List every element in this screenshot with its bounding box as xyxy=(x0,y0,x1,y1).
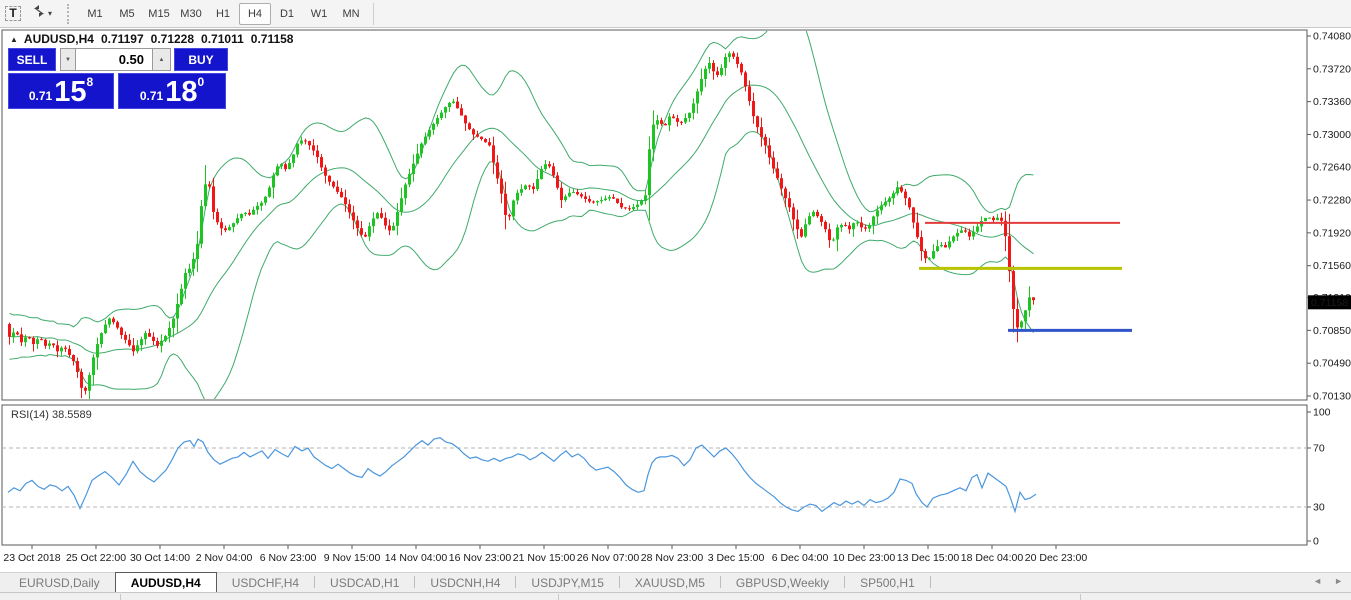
chevron-down-icon: ▾ xyxy=(48,9,52,18)
tab-sp500-h1[interactable]: SP500,H1 xyxy=(845,573,930,592)
timeframe-button-mn[interactable]: MN xyxy=(335,3,367,25)
timeframe-button-h4[interactable]: H4 xyxy=(239,3,271,25)
price-tick-label: 0.73720 xyxy=(1313,63,1351,75)
volume-increase-button[interactable]: ▲ xyxy=(152,48,171,71)
timeframe-button-w1[interactable]: W1 xyxy=(303,3,335,25)
ohlc-low: 0.71011 xyxy=(201,32,244,46)
cursor-arrows-icon xyxy=(32,4,46,23)
toolbar-separator xyxy=(373,3,374,25)
date-tick-label: 3 Dec 15:00 xyxy=(708,552,765,564)
tab-gbpusd-weekly[interactable]: GBPUSD,Weekly xyxy=(721,573,844,592)
date-tick-label: 6 Nov 23:00 xyxy=(260,552,317,564)
rsi-tick-label: 30 xyxy=(1313,502,1325,514)
sell-price-sup: 8 xyxy=(86,75,93,89)
timeframe-button-m15[interactable]: M15 xyxy=(143,3,175,25)
rsi-tick-label: 0 xyxy=(1313,536,1319,548)
buy-price-big: 18 xyxy=(165,79,197,105)
chart-header: ▲ AUDUSD,H4 0.71197 0.71228 0.71011 0.71… xyxy=(10,32,293,46)
date-tick-label: 25 Oct 22:00 xyxy=(66,552,126,564)
status-bar-divider xyxy=(120,594,121,600)
price-tick-label: 0.72280 xyxy=(1313,195,1351,207)
volume-input[interactable]: 0.50 xyxy=(76,48,152,71)
rsi-tick-label: 100 xyxy=(1313,407,1331,419)
date-tick-label: 30 Oct 14:00 xyxy=(130,552,190,564)
tab-scroll-right-icon[interactable]: ► xyxy=(1334,576,1343,586)
date-tick-label: 18 Dec 04:00 xyxy=(961,552,1024,564)
text-tool-icon: T xyxy=(5,6,20,21)
trading-terminal: T ▾ M1M5M15M30H1H4D1W1MN 0.740800.737200… xyxy=(0,0,1351,600)
sell-price-base: 0.71 xyxy=(29,89,52,103)
sell-button[interactable]: SELL xyxy=(8,48,56,71)
date-tick-label: 2 Nov 04:00 xyxy=(196,552,253,564)
sell-price-box[interactable]: 0.71 15 8 xyxy=(8,73,114,109)
timeframe-button-d1[interactable]: D1 xyxy=(271,3,303,25)
chart-tab-bar: EURUSD,DailyAUDUSD,H4USDCHF,H4USDCAD,H1U… xyxy=(0,572,1351,592)
tabs: EURUSD,DailyAUDUSD,H4USDCHF,H4USDCAD,H1U… xyxy=(4,572,931,592)
timeframe-buttons: M1M5M15M30H1H4D1W1MN xyxy=(79,3,367,25)
price-tick-label: 0.70130 xyxy=(1313,391,1351,403)
rsi-indicator-label: RSI(14) 38.5589 xyxy=(11,409,92,421)
timeframe-button-m1[interactable]: M1 xyxy=(79,3,111,25)
tab-xauusd-m5[interactable]: XAUUSD,M5 xyxy=(620,573,720,592)
price-tick-label: 0.70850 xyxy=(1313,325,1351,337)
symbol-title: AUDUSD,H4 xyxy=(24,32,94,46)
current-price-label: 0.71158 xyxy=(1311,297,1348,309)
timeframe-button-m30[interactable]: M30 xyxy=(175,3,207,25)
text-tool-button[interactable]: T xyxy=(2,3,24,25)
ohlc-high: 0.71228 xyxy=(151,32,194,46)
date-tick-label: 14 Nov 04:00 xyxy=(385,552,448,564)
status-bar-divider xyxy=(1080,594,1081,600)
date-tick-label: 26 Nov 07:00 xyxy=(577,552,640,564)
tab-usdchf-h4[interactable]: USDCHF,H4 xyxy=(217,573,314,592)
buy-price-box[interactable]: 0.71 18 0 xyxy=(118,73,226,109)
tab-usdcnh-h4[interactable]: USDCNH,H4 xyxy=(415,573,515,592)
date-tick-label: 20 Dec 23:00 xyxy=(1025,552,1088,564)
date-tick-label: 6 Dec 04:00 xyxy=(772,552,829,564)
chart-window: 0.74080 0.73720 0.73360 0.73000 0.72640 0.722… xyxy=(0,28,1351,572)
ohlc-close: 0.71158 xyxy=(251,32,294,46)
price-tick-label: 0.73360 xyxy=(1313,96,1351,108)
price-tick-label: 0.71920 xyxy=(1313,227,1351,239)
toolbar: T ▾ M1M5M15M30H1H4D1W1MN xyxy=(0,0,1351,28)
date-tick-label: 21 Nov 15:00 xyxy=(513,552,576,564)
status-bar-divider xyxy=(558,594,559,600)
date-tick-label: 23 Oct 2018 xyxy=(3,552,60,564)
price-tick-label: 0.70490 xyxy=(1313,358,1351,370)
tab-usdjpy-m15[interactable]: USDJPY,M15 xyxy=(516,573,618,592)
toolbar-grip-separator xyxy=(67,4,74,24)
date-tick-label: 16 Nov 23:00 xyxy=(449,552,512,564)
status-bar xyxy=(0,592,1351,600)
one-click-trade-panel: SELL ▼ 0.50 ▲ BUY 0.71 15 8 0.71 18 xyxy=(8,48,228,109)
price-tick-label: 0.72640 xyxy=(1313,162,1351,174)
chart-canvas[interactable]: 0.74080 0.73720 0.73360 0.73000 0.72640 0.722… xyxy=(0,28,1351,572)
spinner-down-icon: ▼ xyxy=(65,57,71,63)
buy-button[interactable]: BUY xyxy=(174,48,228,71)
tab-audusd-h4[interactable]: AUDUSD,H4 xyxy=(115,572,217,592)
collapse-triangle-icon[interactable]: ▲ xyxy=(10,35,18,44)
spinner-up-icon: ▲ xyxy=(159,57,165,63)
buy-price-base: 0.71 xyxy=(140,89,163,103)
tab-eurusd-daily[interactable]: EURUSD,Daily xyxy=(4,573,115,592)
price-tick-label: 0.73000 xyxy=(1313,129,1351,141)
tab-separator xyxy=(930,576,931,588)
date-tick-label: 10 Dec 23:00 xyxy=(833,552,896,564)
rsi-pane-border xyxy=(2,405,1307,545)
tab-scroll-left-icon[interactable]: ◄ xyxy=(1313,576,1322,586)
rsi-tick-label: 70 xyxy=(1313,443,1325,455)
cursor-tool-button[interactable]: ▾ xyxy=(26,3,58,25)
price-tick-label: 0.74080 xyxy=(1313,31,1351,43)
sell-price-big: 15 xyxy=(54,79,86,105)
price-tick-label: 0.71560 xyxy=(1313,260,1351,272)
volume-decrease-button[interactable]: ▼ xyxy=(60,48,76,71)
timeframe-button-m5[interactable]: M5 xyxy=(111,3,143,25)
buy-price-sup: 0 xyxy=(197,75,204,89)
date-tick-label: 13 Dec 15:00 xyxy=(897,552,960,564)
date-tick-label: 9 Nov 15:00 xyxy=(324,552,381,564)
tab-usdcad-h1[interactable]: USDCAD,H1 xyxy=(315,573,414,592)
tab-scroll-arrows: ◄ ► xyxy=(1313,576,1343,586)
date-tick-label: 28 Nov 23:00 xyxy=(641,552,704,564)
ohlc-open: 0.71197 xyxy=(101,32,144,46)
timeframe-button-h1[interactable]: H1 xyxy=(207,3,239,25)
